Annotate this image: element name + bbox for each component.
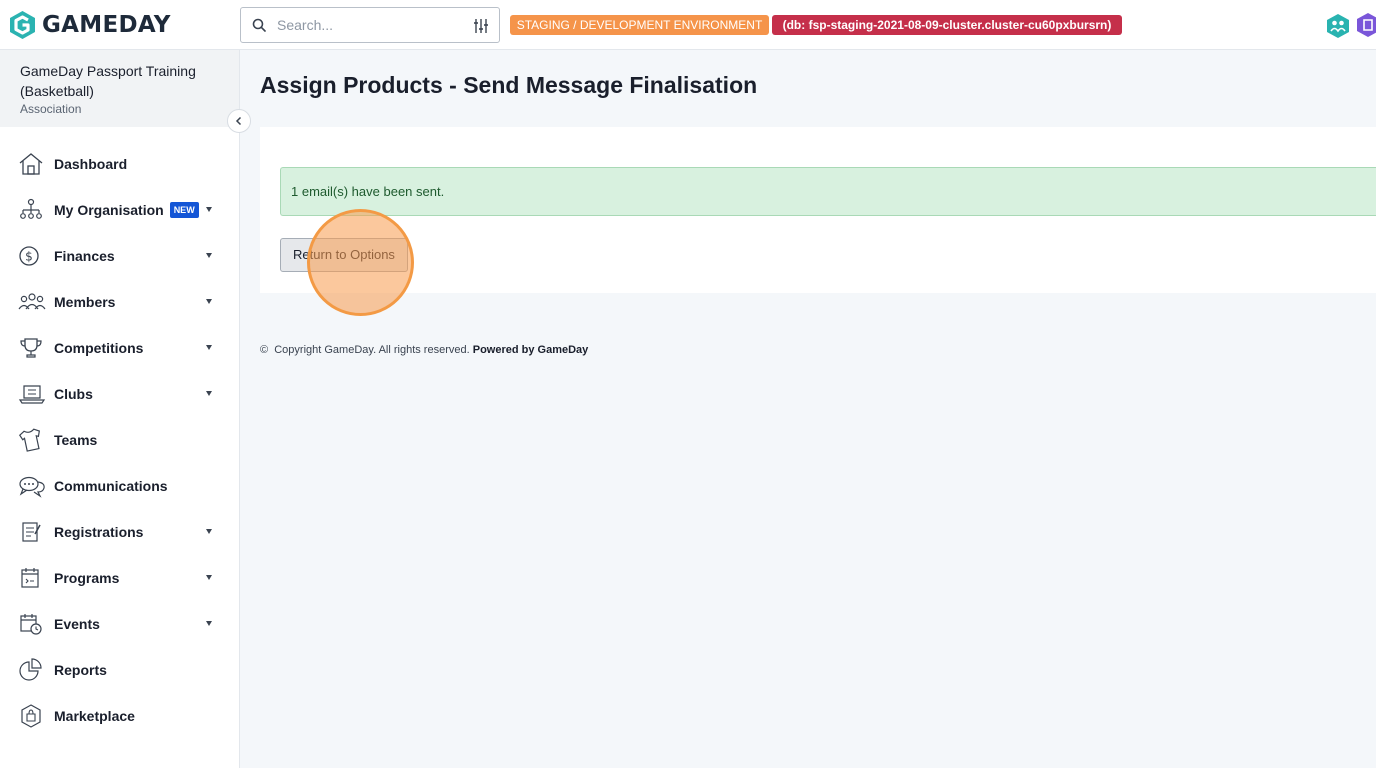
- svg-text:$: $: [25, 250, 33, 264]
- caret-down-icon: [206, 621, 212, 626]
- new-badge: NEW: [169, 202, 199, 218]
- sidebar-item-label: Finances: [54, 248, 115, 264]
- sidebar-item-teams[interactable]: Teams: [0, 417, 239, 463]
- sidebar-item-label: Events: [54, 616, 100, 632]
- sidebar-item-label: My Organisation: [54, 202, 164, 218]
- top-bar: GAMEDAY STAGING / DEVELOPMENT ENVIRONMEN…: [0, 0, 1376, 50]
- org-chart-icon: [18, 197, 46, 223]
- sidebar-item-label: Marketplace: [54, 708, 135, 724]
- chevron-left-icon: [235, 116, 242, 126]
- gameday-logo[interactable]: GAMEDAY: [9, 9, 171, 41]
- caret-down-icon: [206, 207, 212, 212]
- sidebar-nav: Dashboard My Organisation NEW $ Finances…: [0, 141, 239, 739]
- sidebar-item-label: Clubs: [54, 386, 93, 402]
- sidebar-item-marketplace[interactable]: Marketplace: [0, 693, 239, 739]
- chat-bubbles-icon: [18, 473, 46, 499]
- organisation-type: Association: [20, 102, 82, 116]
- caret-down-icon: [206, 391, 212, 396]
- success-alert: 1 email(s) have been sent.: [280, 167, 1376, 216]
- sidebar-item-label: Competitions: [54, 340, 144, 356]
- filter-sliders-icon[interactable]: [473, 18, 489, 34]
- jersey-icon: [18, 427, 46, 453]
- copyright-icon: ©: [260, 344, 269, 356]
- clipboard-icon: [18, 519, 46, 545]
- powered-by-link[interactable]: Powered by GameDay: [473, 344, 589, 356]
- search-icon: [252, 18, 266, 32]
- search-input[interactable]: [277, 15, 457, 35]
- sidebar-item-label: Members: [54, 294, 116, 310]
- sidebar-item-label: Communications: [54, 478, 168, 494]
- members-icon: [18, 289, 46, 315]
- content-card: 1 email(s) have been sent. Return to Opt…: [260, 127, 1376, 293]
- sidebar-item-members[interactable]: Members: [0, 279, 239, 325]
- return-to-options-button[interactable]: Return to Options: [280, 238, 408, 272]
- sidebar-item-label: Dashboard: [54, 156, 128, 172]
- sidebar: GameDay Passport Training (Basketball) A…: [0, 50, 251, 768]
- calendar-clock-icon: [18, 611, 46, 637]
- sidebar-item-label: Teams: [54, 432, 98, 448]
- sidebar-item-dashboard[interactable]: Dashboard: [0, 141, 239, 187]
- profile-hex-icon[interactable]: [1356, 12, 1376, 38]
- sidebar-item-registrations[interactable]: Registrations: [0, 509, 239, 555]
- pie-chart-icon: [18, 657, 46, 683]
- trophy-icon: [18, 335, 46, 361]
- organisation-name: GameDay Passport Training (Basketball): [20, 63, 196, 99]
- calendar-check-icon: [18, 565, 46, 591]
- gameday-logo-mark-icon: [10, 11, 35, 39]
- sidebar-item-programs[interactable]: Programs: [0, 555, 239, 601]
- sidebar-item-competitions[interactable]: Competitions: [0, 325, 239, 371]
- shopping-bag-icon: [18, 703, 46, 729]
- environment-badge: STAGING / DEVELOPMENT ENVIRONMENT: [510, 15, 769, 35]
- copyright-text: Copyright GameDay. All rights reserved.: [274, 344, 470, 356]
- caret-down-icon: [206, 299, 212, 304]
- caret-down-icon: [206, 575, 212, 580]
- caret-down-icon: [206, 529, 212, 534]
- user-switch-icon[interactable]: [1326, 13, 1350, 39]
- caret-down-icon: [206, 345, 212, 350]
- dollar-circle-icon: $: [18, 243, 46, 269]
- sidebar-item-label: Programs: [54, 570, 120, 586]
- sidebar-item-events[interactable]: Events: [0, 601, 239, 647]
- sidebar-item-clubs[interactable]: Clubs: [0, 371, 239, 417]
- collapse-sidebar-button[interactable]: [227, 109, 251, 133]
- alert-message: 1 email(s) have been sent.: [291, 184, 445, 199]
- sidebar-item-label: Registrations: [54, 524, 144, 540]
- database-badge: (db: fsp-staging-2021-08-09-cluster.clus…: [772, 15, 1122, 35]
- home-icon: [18, 151, 46, 177]
- footer: © Copyright GameDay. All rights reserved…: [260, 344, 588, 356]
- sidebar-item-my-organisation[interactable]: My Organisation NEW: [0, 187, 239, 233]
- clubhouse-icon: [18, 381, 46, 407]
- sidebar-item-finances[interactable]: $ Finances: [0, 233, 239, 279]
- search-box[interactable]: [240, 7, 500, 43]
- organisation-header[interactable]: GameDay Passport Training (Basketball) A…: [0, 50, 239, 127]
- sidebar-item-label: Reports: [54, 662, 107, 678]
- sidebar-item-communications[interactable]: Communications: [0, 463, 239, 509]
- caret-down-icon: [206, 253, 212, 258]
- sidebar-item-reports[interactable]: Reports: [0, 647, 239, 693]
- page-title: Assign Products - Send Message Finalisat…: [260, 72, 758, 98]
- brand-name: GAMEDAY: [42, 12, 171, 38]
